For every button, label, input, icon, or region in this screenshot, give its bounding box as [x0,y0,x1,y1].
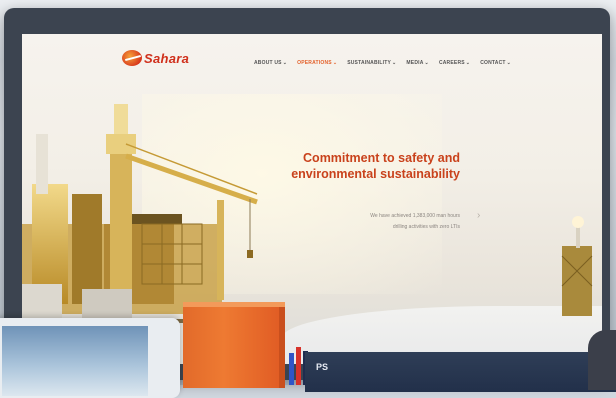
tablet-screen [2,326,148,396]
nav-label: SUSTAINABILITY [347,60,392,66]
nav-item-contact[interactable]: CONTACT⌄ [480,60,511,66]
chevron-down-icon: ⌄ [424,60,429,66]
offshore-rig-image [561,216,593,316]
hero-subtitle-line-2: drilling activities with zero LTIs [392,224,460,230]
nav-label: ABOUT US [254,60,282,66]
orange-box-top [183,302,285,307]
nav-item-careers[interactable]: CAREERS⌄ [439,60,470,66]
nav-item-media[interactable]: MEDIA⌄ [406,60,429,66]
orange-box [183,302,285,388]
site-header: Sahara ABOUT US⌄ OPERATIONS⌄ SUSTAINABIL… [22,34,602,94]
logo-text: Sahara [144,50,190,66]
hero-title: Commitment to safety and environmental s… [291,150,460,182]
hero-subtitle: We have achieved 1,383,000 man hours dri… [370,211,460,233]
chevron-down-icon: ⌄ [465,60,471,66]
nav-label: CONTACT [480,60,506,66]
nav-item-operations[interactable]: OPERATIONS⌄ [297,60,337,66]
logo-mark-icon [122,50,142,66]
nav-item-sustainability[interactable]: SUSTAINABILITY⌄ [347,60,396,66]
chevron-down-icon: ⌄ [392,60,397,66]
person-silhouette [588,330,616,390]
tablet [0,318,180,398]
chevron-down-icon: ⌄ [332,60,338,66]
hero-title-line-1: Commitment to safety and [303,151,460,165]
hero-subtitle-line-1: We have achieved 1,383,000 man hours [370,213,460,219]
industrial-plant-image [22,104,258,324]
nav-item-about-us[interactable]: ABOUT US⌄ [254,60,287,66]
website-screen: Sahara ABOUT US⌄ OPERATIONS⌄ SUSTAINABIL… [22,34,602,364]
main-nav: ABOUT US⌄ OPERATIONS⌄ SUSTAINABILITY⌄ ME… [254,60,511,66]
book-cover-text: PS [316,362,329,372]
chevron-down-icon: ⌄ [506,60,512,66]
hero-title-line-2: environmental sustainability [291,167,460,181]
chevron-down-icon: ⌄ [282,60,288,66]
book [305,352,616,392]
nav-label: MEDIA [406,60,424,66]
slider-next-arrow-icon[interactable]: › [477,210,487,222]
sahara-logo[interactable]: Sahara [122,50,189,66]
nav-label: OPERATIONS [297,60,332,66]
nav-label: CAREERS [438,60,465,66]
